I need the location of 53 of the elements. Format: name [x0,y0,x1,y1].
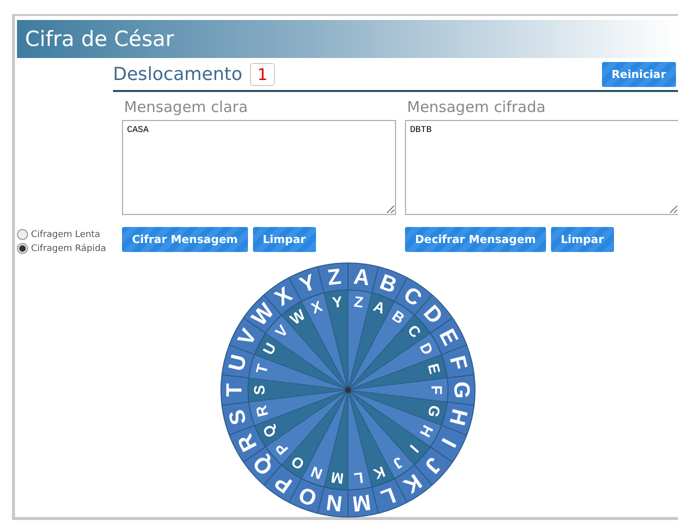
outer-wheel-letter: O [294,482,320,512]
outer-wheel-letter: F [444,353,472,372]
page-title: Cifra de César [25,27,174,51]
shift-label: Deslocamento [113,64,242,84]
outer-wheel-letter: M [350,490,372,517]
inner-wheel-letter: T [252,362,272,376]
mode-label[interactable]: Cifragem Lenta [31,230,100,240]
clear-button[interactable]: Limpar [550,227,614,252]
inner-wheel-letter: I [406,441,422,456]
cipher-message-field[interactable]: DBTB [405,120,678,215]
outer-wheel-letter: I [436,434,461,452]
outer-wheel-letter: B [376,268,400,298]
plain-message-label: Mensagem clara [123,97,249,118]
outer-wheel-letter: N [324,490,344,517]
outer-wheel-letter: L [377,482,399,511]
outer-wheel-letter: A [352,263,371,290]
inner-wheel-letter: K [370,462,387,482]
inner-wheel-letter: D [415,340,436,358]
inner-wheel-letter: S [251,385,268,395]
inner-wheel-letter: Q [259,422,280,440]
outer-wheel-letter: G [449,381,474,399]
outer-wheel-letter: W [246,298,278,330]
inner-wheel-letter: N [308,462,324,482]
inner-wheel-letter: F [427,385,444,395]
inner-wheel-letter: U [260,340,280,358]
cipher-message-label: Mensagem cifrada [406,97,547,118]
inner-wheel-letter: J [389,453,406,472]
plain-message-field[interactable]: CASA [122,120,396,215]
outer-wheel-letter: U [222,352,251,374]
mode-label[interactable]: Cifragem Rápida [31,244,106,254]
outer-wheel-letter: S [222,407,251,428]
shift-field[interactable]: 1 [250,62,275,86]
inner-wheel-letter: R [252,404,272,418]
radio-button[interactable] [17,229,28,240]
cipher-wheel-drawing[interactable] [220,262,475,518]
inner-wheel-letter: Y [330,294,343,312]
encrypt-button[interactable]: Cifrar Mensagem [122,227,248,252]
radio-button[interactable] [17,243,28,254]
inner-wheel-letter: G [423,403,443,419]
inner-wheel-letter: E [424,362,442,376]
decrypt-button[interactable]: Decifrar Mensagem [405,227,546,252]
outer-wheel-letter: Z [326,264,342,290]
outer-wheel-letter: Y [296,269,318,298]
inner-wheel-letter: H [415,422,436,440]
outer-wheel-letter: T [221,383,246,397]
inner-wheel-letter: X [308,298,324,318]
inner-wheel-letter: L [352,468,364,486]
inner-wheel-letter: A [370,298,387,318]
reset-button[interactable]: Reiniciar [602,62,676,86]
inner-wheel-letter: Z [352,294,364,312]
inner-wheel-letter: M [330,468,344,487]
clear-button[interactable]: Limpar [252,227,316,252]
outer-wheel-letter: H [444,406,472,428]
